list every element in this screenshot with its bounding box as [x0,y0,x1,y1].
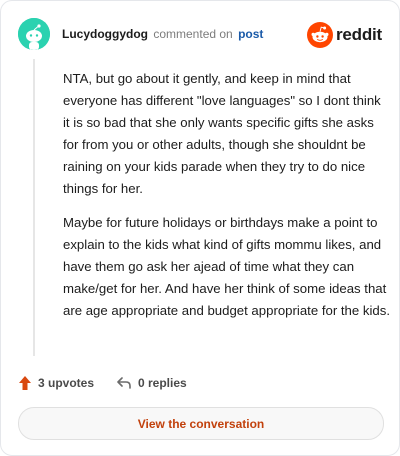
view-conversation-button[interactable]: View the conversation [18,407,384,440]
comment-meta: Lucydoggydog commented on post [62,26,263,42]
reddit-wordmark: reddit [336,25,383,44]
comment-header: Lucydoggydog commented on post reddit [18,18,383,50]
reply-count: 0 replies [138,376,187,390]
user-avatar[interactable] [18,18,50,50]
snoo-avatar-icon [18,18,50,50]
upvote-button[interactable]: 3 upvotes [18,374,94,392]
comment-paragraph: NTA, but go about it gently, and keep in… [63,71,381,196]
upvote-count: 3 upvotes [38,376,95,390]
comment-body: NTA, but go about it gently, and keep in… [63,68,391,334]
reply-button[interactable]: 0 replies [116,374,187,392]
commented-on-text: commented on [153,27,233,41]
comment-paragraph: Maybe for future holidays or birthdays m… [63,215,390,318]
view-conversation-label: View the conversation [137,416,265,431]
username-link[interactable]: Lucydoggydog [62,27,148,41]
reply-arrow-icon [117,377,131,389]
thread-line [33,59,35,356]
comment-actions: 3 upvotes 0 replies [18,374,388,392]
upvote-arrow-icon [19,376,31,390]
post-link[interactable]: post [238,27,263,41]
reddit-snoo-icon [307,22,333,48]
reddit-logo[interactable]: reddit [307,22,383,48]
embedded-comment-card: Lucydoggydog commented on post reddit NT… [0,0,400,456]
